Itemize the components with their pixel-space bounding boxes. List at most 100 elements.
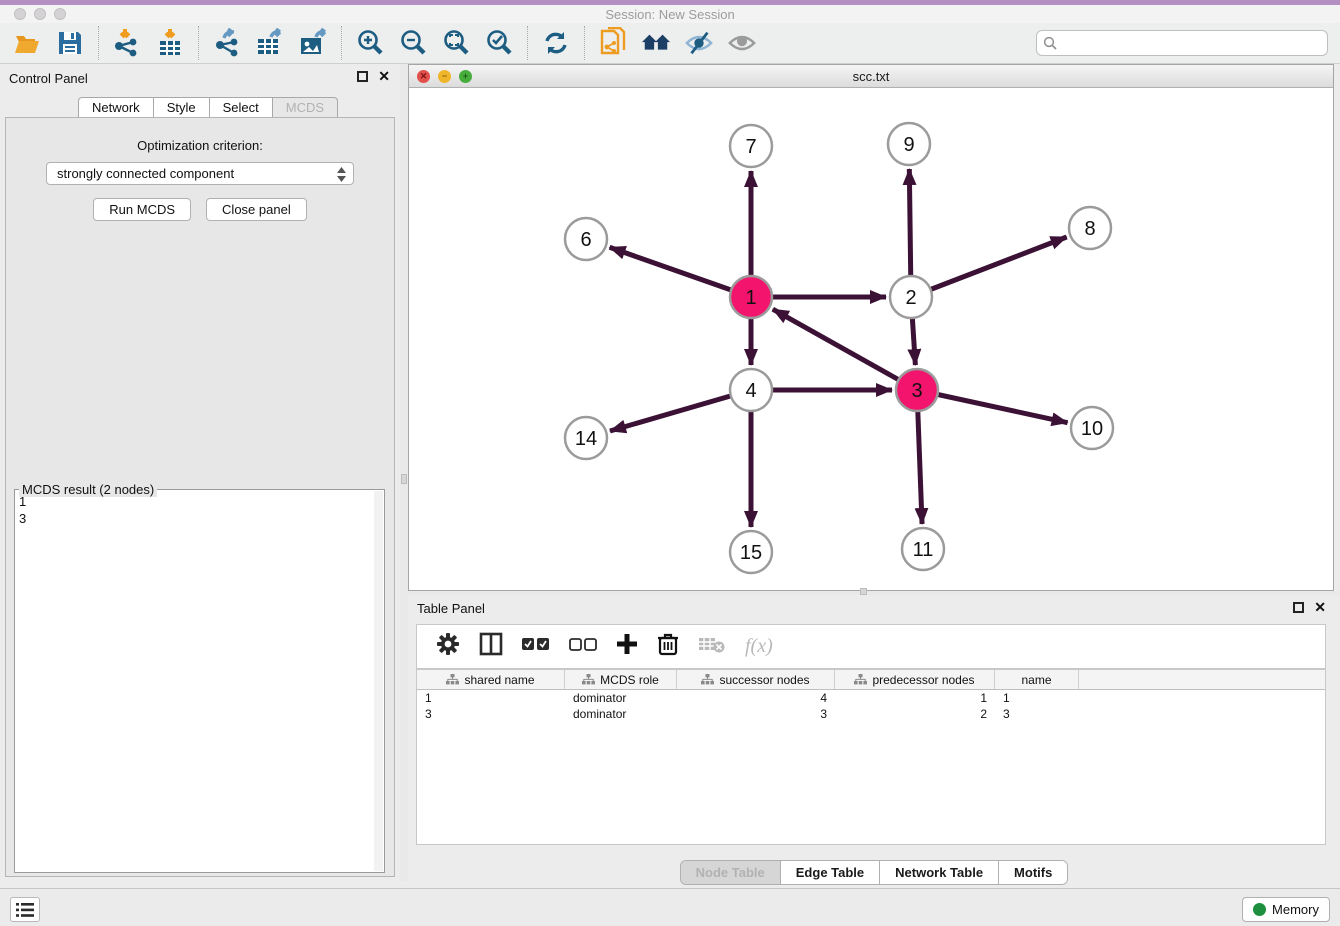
settings-gear-icon[interactable] xyxy=(436,632,460,661)
memory-button[interactable]: Memory xyxy=(1242,897,1330,922)
zoom-in-icon[interactable] xyxy=(355,28,385,58)
zoom-selected-icon[interactable] xyxy=(484,28,514,58)
column-header-successor-nodes[interactable]: successor nodes xyxy=(677,670,835,689)
result-scrollbar[interactable] xyxy=(374,491,383,871)
clone-network-icon[interactable] xyxy=(598,28,628,58)
graph-edge-1-6[interactable] xyxy=(610,247,751,297)
refresh-layout-icon[interactable] xyxy=(541,28,571,58)
graph-node-label-9: 9 xyxy=(903,134,914,156)
toolbar-separator xyxy=(341,26,342,60)
splitter-handle[interactable] xyxy=(401,474,407,484)
network-canvas[interactable]: 1234678910111415 xyxy=(408,88,1334,591)
close-panel-icon[interactable]: ✕ xyxy=(378,71,390,82)
graph-node-label-4: 4 xyxy=(745,380,756,402)
deselect-all-checkboxes-icon[interactable] xyxy=(569,637,597,656)
control-panel-buttons: ✕ xyxy=(357,71,390,82)
mcds-result-text[interactable]: 1 3 xyxy=(19,493,372,870)
tree-icon xyxy=(582,674,595,685)
show-columns-icon[interactable] xyxy=(479,632,503,661)
cell-shared-name[interactable]: 1 xyxy=(417,690,565,706)
tab-node-table[interactable]: Node Table xyxy=(681,861,781,884)
float-panel-icon[interactable] xyxy=(357,71,368,82)
graph-edge-2-8[interactable] xyxy=(911,237,1067,297)
tab-select[interactable]: Select xyxy=(209,97,272,118)
network-window-title: scc.txt xyxy=(409,69,1333,84)
first-neighbors-icon[interactable] xyxy=(641,28,671,58)
splitter-handle[interactable] xyxy=(860,588,867,595)
save-session-icon[interactable] xyxy=(55,28,85,58)
cell-predecessor-nodes[interactable]: 1 xyxy=(835,690,995,706)
optimization-criterion-label: Optimization criterion: xyxy=(6,138,394,153)
graph-edge-3-1[interactable] xyxy=(773,309,917,390)
criterion-dropdown-value: strongly connected component xyxy=(57,166,234,181)
graph-node-label-8: 8 xyxy=(1084,218,1095,240)
zoom-out-icon[interactable] xyxy=(398,28,428,58)
tab-network[interactable]: Network xyxy=(78,97,153,118)
mcds-panel-body: Optimization criterion: strongly connect… xyxy=(5,117,395,877)
criterion-dropdown[interactable]: strongly connected component xyxy=(46,162,354,185)
close-panel-icon[interactable]: ✕ xyxy=(1314,602,1326,613)
cell-name[interactable]: 1 xyxy=(995,690,1079,706)
node-table[interactable]: shared name MCDS role successor nodes pr… xyxy=(416,669,1326,845)
memory-status-icon xyxy=(1253,903,1266,916)
control-panel-tabs: Network Style Select MCDS xyxy=(78,97,338,118)
column-header-predecessor-nodes[interactable]: predecessor nodes xyxy=(835,670,995,689)
import-network-icon[interactable] xyxy=(112,28,142,58)
table-row[interactable]: 1 dominator 4 1 1 xyxy=(417,690,1325,706)
window-title: Session: New Session xyxy=(0,7,1340,22)
graph-node-label-10: 10 xyxy=(1081,418,1103,440)
graph-node-label-14: 14 xyxy=(575,428,597,450)
hide-selected-icon[interactable] xyxy=(684,28,714,58)
export-network-icon[interactable] xyxy=(212,28,242,58)
cell-successor-nodes[interactable]: 4 xyxy=(677,690,835,706)
list-icon xyxy=(16,903,34,917)
search-field[interactable] xyxy=(1036,30,1328,56)
select-all-checkboxes-icon[interactable] xyxy=(522,637,550,656)
float-panel-icon[interactable] xyxy=(1293,602,1304,613)
tab-style[interactable]: Style xyxy=(153,97,209,118)
cell-mcds-role[interactable]: dominator xyxy=(565,706,677,722)
network-window-titlebar[interactable]: ✕ − + scc.txt xyxy=(408,64,1334,88)
vertical-splitter[interactable] xyxy=(400,64,408,881)
run-mcds-button[interactable]: Run MCDS xyxy=(93,198,191,221)
network-graph[interactable]: 1234678910111415 xyxy=(409,88,1333,589)
column-header-mcds-role[interactable]: MCDS role xyxy=(565,670,677,689)
graph-node-label-15: 15 xyxy=(740,542,762,564)
export-table-icon[interactable] xyxy=(255,28,285,58)
cell-predecessor-nodes[interactable]: 2 xyxy=(835,706,995,722)
graph-node-label-2: 2 xyxy=(905,287,916,309)
column-header-name[interactable]: name xyxy=(995,670,1079,689)
column-header-filler xyxy=(1079,670,1325,689)
tab-motifs[interactable]: Motifs xyxy=(999,861,1067,884)
toolbar-separator xyxy=(198,26,199,60)
cell-shared-name[interactable]: 3 xyxy=(417,706,565,722)
export-image-icon[interactable] xyxy=(298,28,328,58)
toolbar-separator xyxy=(527,26,528,60)
table-panel-title: Table Panel xyxy=(417,601,485,616)
cell-name[interactable]: 3 xyxy=(995,706,1079,722)
import-table-icon[interactable] xyxy=(155,28,185,58)
tab-edge-table[interactable]: Edge Table xyxy=(781,861,880,884)
cell-successor-nodes[interactable]: 3 xyxy=(677,706,835,722)
control-panel: Control Panel ✕ Network Style Select MCD… xyxy=(0,64,400,881)
zoom-fit-icon[interactable] xyxy=(441,28,471,58)
table-toolbar: f(x) xyxy=(416,624,1326,669)
graph-node-label-1: 1 xyxy=(745,287,756,309)
column-header-shared-name[interactable]: shared name xyxy=(417,670,565,689)
tab-mcds[interactable]: MCDS xyxy=(272,97,338,118)
close-panel-button[interactable]: Close panel xyxy=(206,198,307,221)
delete-table-icon xyxy=(698,634,726,659)
table-tabs: Node Table Edge Table Network Table Moti… xyxy=(680,860,1069,885)
add-row-icon[interactable] xyxy=(616,633,638,660)
tab-network-table[interactable]: Network Table xyxy=(880,861,999,884)
cell-mcds-role[interactable]: dominator xyxy=(565,690,677,706)
table-panel-buttons: ✕ xyxy=(1293,602,1326,613)
tree-icon xyxy=(446,674,459,685)
graph-edge-3-10[interactable] xyxy=(917,390,1068,423)
delete-row-icon[interactable] xyxy=(657,632,679,661)
toolbar-separator xyxy=(584,26,585,60)
search-input[interactable] xyxy=(1036,30,1328,56)
task-history-button[interactable] xyxy=(10,897,40,922)
open-session-icon[interactable] xyxy=(12,28,42,58)
table-row[interactable]: 3 dominator 3 2 3 xyxy=(417,706,1325,722)
